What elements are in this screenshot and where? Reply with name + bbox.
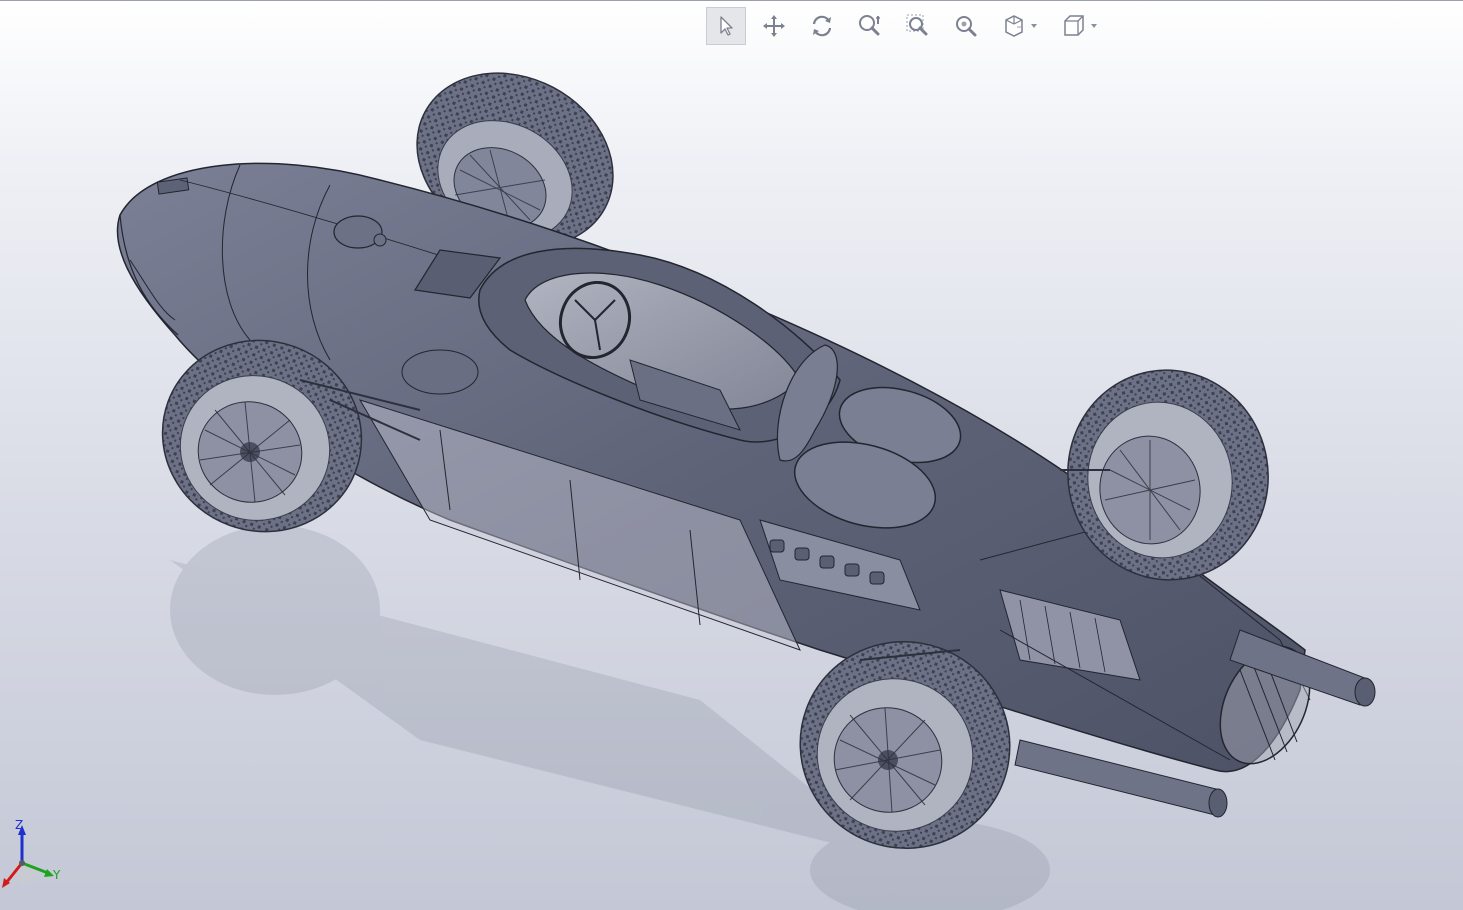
race-car-model[interactable] [0,0,1463,910]
z-axis-label: Z [15,818,23,832]
graphics-area[interactable]: Z Y [0,0,1463,910]
y-axis-label: Y [52,868,61,882]
reference-triad: Z Y [2,818,61,888]
